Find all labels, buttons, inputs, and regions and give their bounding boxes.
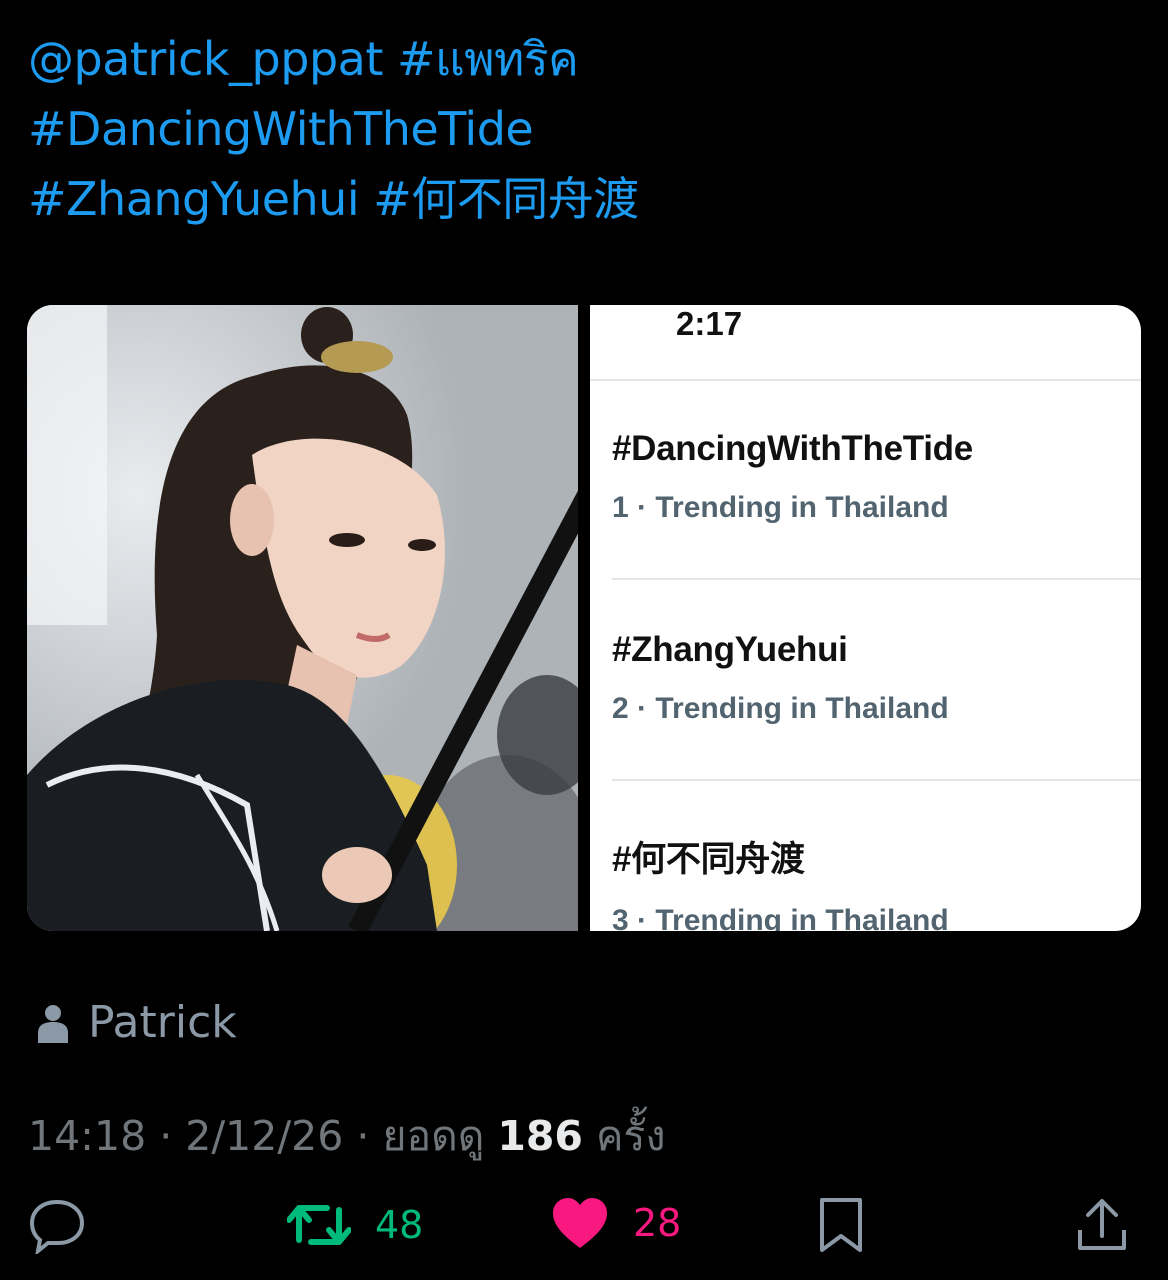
hashtag-link[interactable]: #แพทริค <box>397 32 579 86</box>
retweet-count: 48 <box>375 1203 424 1247</box>
tweet-line-2: #DancingWithTheTide <box>28 94 1128 164</box>
author-name: Patrick <box>88 997 237 1048</box>
tweet-line-1: @patrick_pppat #แพทริค <box>28 24 1128 94</box>
tweet-time[interactable]: 14:18 <box>28 1112 146 1160</box>
hashtag-link[interactable]: #DancingWithTheTide <box>28 102 534 156</box>
portrait-illustration <box>27 305 578 931</box>
screenshot-time: 2:17 <box>676 305 743 342</box>
tweet-text: @patrick_pppat #แพทริค #DancingWithTheTi… <box>28 24 1128 234</box>
trend-tag: #何不同舟渡 <box>612 840 805 879</box>
views-count[interactable]: 186 <box>497 1112 583 1160</box>
like-button[interactable]: 28 <box>551 1196 681 1250</box>
trend-item-3: #何不同舟渡 3 · Trending in Thailand <box>612 831 1141 931</box>
divider <box>590 379 1141 381</box>
heart-icon <box>553 1198 607 1248</box>
divider <box>612 779 1141 781</box>
trend-meta: 3 · Trending in Thailand <box>612 904 949 931</box>
person-icon <box>38 1004 68 1043</box>
media-grid: 2:17 #DancingWithTheTide 1 · Trending in… <box>27 305 1141 931</box>
trend-tag: #ZhangYuehui <box>612 630 848 669</box>
meta-separator: · <box>343 1112 383 1160</box>
tweet-date[interactable]: 2/12/26 <box>185 1112 343 1160</box>
action-bar: 48 28 <box>0 1196 1168 1270</box>
like-count: 28 <box>633 1201 682 1245</box>
hashtag-link[interactable]: #何不同舟渡 <box>373 172 639 226</box>
views-suffix: ครั้ง <box>582 1112 666 1160</box>
trend-meta: 1 · Trending in Thailand <box>612 491 949 524</box>
share-button[interactable] <box>1076 1196 1128 1254</box>
photo-portrait[interactable] <box>27 305 578 931</box>
tweet-meta: 14:18 · 2/12/26 · ยอดดู 186 ครั้ง <box>28 1104 665 1169</box>
meta-separator: · <box>146 1112 186 1160</box>
tweet-line-3: #ZhangYuehui #何不同舟渡 <box>28 164 1128 234</box>
reply-button[interactable] <box>28 1196 86 1254</box>
trend-item-1: #DancingWithTheTide 1 · Trending in Thai… <box>612 429 1141 525</box>
trend-tag: #DancingWithTheTide <box>612 429 973 468</box>
hashtag-link[interactable]: #ZhangYuehui <box>28 172 360 226</box>
trend-meta: 2 · Trending in Thailand <box>612 692 949 725</box>
author-label[interactable]: Patrick <box>36 997 237 1048</box>
retweet-button[interactable]: 48 <box>287 1196 423 1254</box>
bookmark-button[interactable] <box>818 1196 864 1254</box>
bookmark-icon <box>820 1198 862 1252</box>
retweet-icon <box>287 1205 351 1245</box>
views-label: ยอดดู <box>382 1112 498 1160</box>
share-icon <box>1078 1199 1126 1250</box>
mention-link[interactable]: @patrick_pppat <box>28 32 383 86</box>
divider <box>612 578 1141 580</box>
photo-trending-screenshot[interactable]: 2:17 #DancingWithTheTide 1 · Trending in… <box>590 305 1141 931</box>
trend-item-2: #ZhangYuehui 2 · Trending in Thailand <box>612 630 1141 726</box>
reply-icon <box>29 1199 85 1254</box>
